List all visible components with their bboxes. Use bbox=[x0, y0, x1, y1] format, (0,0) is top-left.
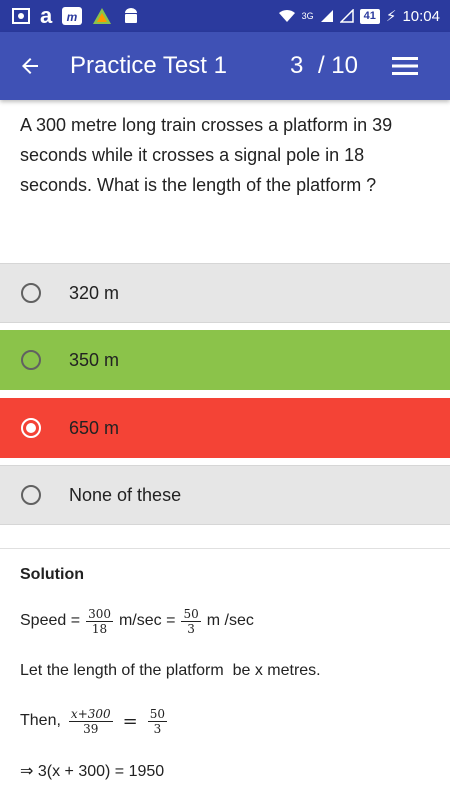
menu-button[interactable] bbox=[392, 32, 432, 100]
option-label: None of these bbox=[69, 484, 182, 505]
fraction-numerator: x+300 bbox=[68, 706, 113, 722]
fraction-denominator: 3 bbox=[153, 721, 162, 736]
solution-then-line: Then, x+300 39 = 50 3 bbox=[20, 706, 440, 736]
option-label: 320 m bbox=[69, 282, 120, 303]
android-icon bbox=[122, 7, 140, 25]
solution-section: Solution Speed = 300 18 m/sec = 50 3 m /… bbox=[20, 566, 440, 806]
option-1[interactable]: 320 m bbox=[0, 263, 450, 323]
signal-icon-2 bbox=[339, 9, 354, 23]
fraction-denominator: 3 bbox=[187, 621, 195, 636]
speed-suffix: m /sec bbox=[206, 612, 254, 629]
question-text: A 300 metre long train crosses a platfor… bbox=[20, 115, 393, 195]
speed-middle: m/sec = bbox=[118, 612, 176, 629]
total-questions: / 10 bbox=[317, 52, 358, 79]
fraction-numerator: 50 bbox=[147, 706, 168, 722]
back-button[interactable] bbox=[0, 32, 60, 100]
clock: 10:04 bbox=[402, 7, 440, 25]
question-progress: 3 / 10 bbox=[290, 52, 358, 80]
fraction: 300 18 bbox=[86, 607, 113, 636]
amazon-app-icon: a bbox=[40, 3, 53, 28]
charging-icon: ⚡ bbox=[385, 8, 397, 25]
option-2-correct[interactable]: 350 m bbox=[0, 330, 450, 390]
option-label: 650 m bbox=[69, 417, 120, 438]
option-4[interactable]: None of these bbox=[0, 465, 450, 525]
fraction: x+300 39 bbox=[68, 706, 113, 736]
pyramid-app-icon bbox=[92, 7, 112, 25]
radio-icon[interactable] bbox=[21, 350, 41, 370]
fraction-denominator: 18 bbox=[91, 621, 108, 636]
hamburger-menu-icon bbox=[392, 57, 418, 75]
battery-level: 41 bbox=[359, 8, 380, 24]
fraction: 50 3 bbox=[181, 606, 201, 636]
wifi-icon bbox=[278, 9, 296, 23]
solution-implies-line: ⇒ 3(x + 300) = 1950 bbox=[20, 763, 165, 780]
screenshot-icon bbox=[12, 8, 30, 24]
equals-sign: = bbox=[122, 710, 138, 732]
page-title: Practice Test 1 bbox=[70, 52, 227, 79]
network-type: 3G bbox=[301, 11, 314, 21]
app-bar: Practice Test 1 3 / 10 bbox=[0, 32, 450, 100]
app-m-icon: m bbox=[62, 7, 83, 25]
svg-text:m: m bbox=[67, 10, 78, 24]
section-divider bbox=[0, 548, 450, 549]
then-prefix: Then, bbox=[20, 712, 61, 729]
fraction: 50 3 bbox=[147, 706, 168, 736]
fraction-numerator: 300 bbox=[86, 606, 113, 622]
status-bar: a m 3G 41 ⚡ 10:04 bbox=[0, 0, 450, 32]
back-arrow-icon bbox=[22, 58, 38, 74]
solution-speed-line: Speed = 300 18 m/sec = 50 3 m /sec bbox=[20, 606, 440, 636]
solution-let-line: Let the length of the platform be x metr… bbox=[20, 662, 321, 679]
radio-checked-icon[interactable] bbox=[21, 418, 41, 438]
current-question-number: 3 bbox=[289, 52, 304, 79]
signal-icon bbox=[320, 9, 334, 23]
option-3-selected-wrong[interactable]: 650 m bbox=[0, 398, 450, 458]
option-label: 350 m bbox=[69, 349, 120, 370]
radio-icon[interactable] bbox=[21, 485, 41, 505]
solution-heading: Solution bbox=[20, 566, 84, 583]
fraction-denominator: 39 bbox=[83, 721, 99, 736]
radio-icon[interactable] bbox=[21, 283, 41, 303]
speed-prefix: Speed = bbox=[20, 612, 81, 629]
fraction-numerator: 50 bbox=[181, 606, 201, 622]
